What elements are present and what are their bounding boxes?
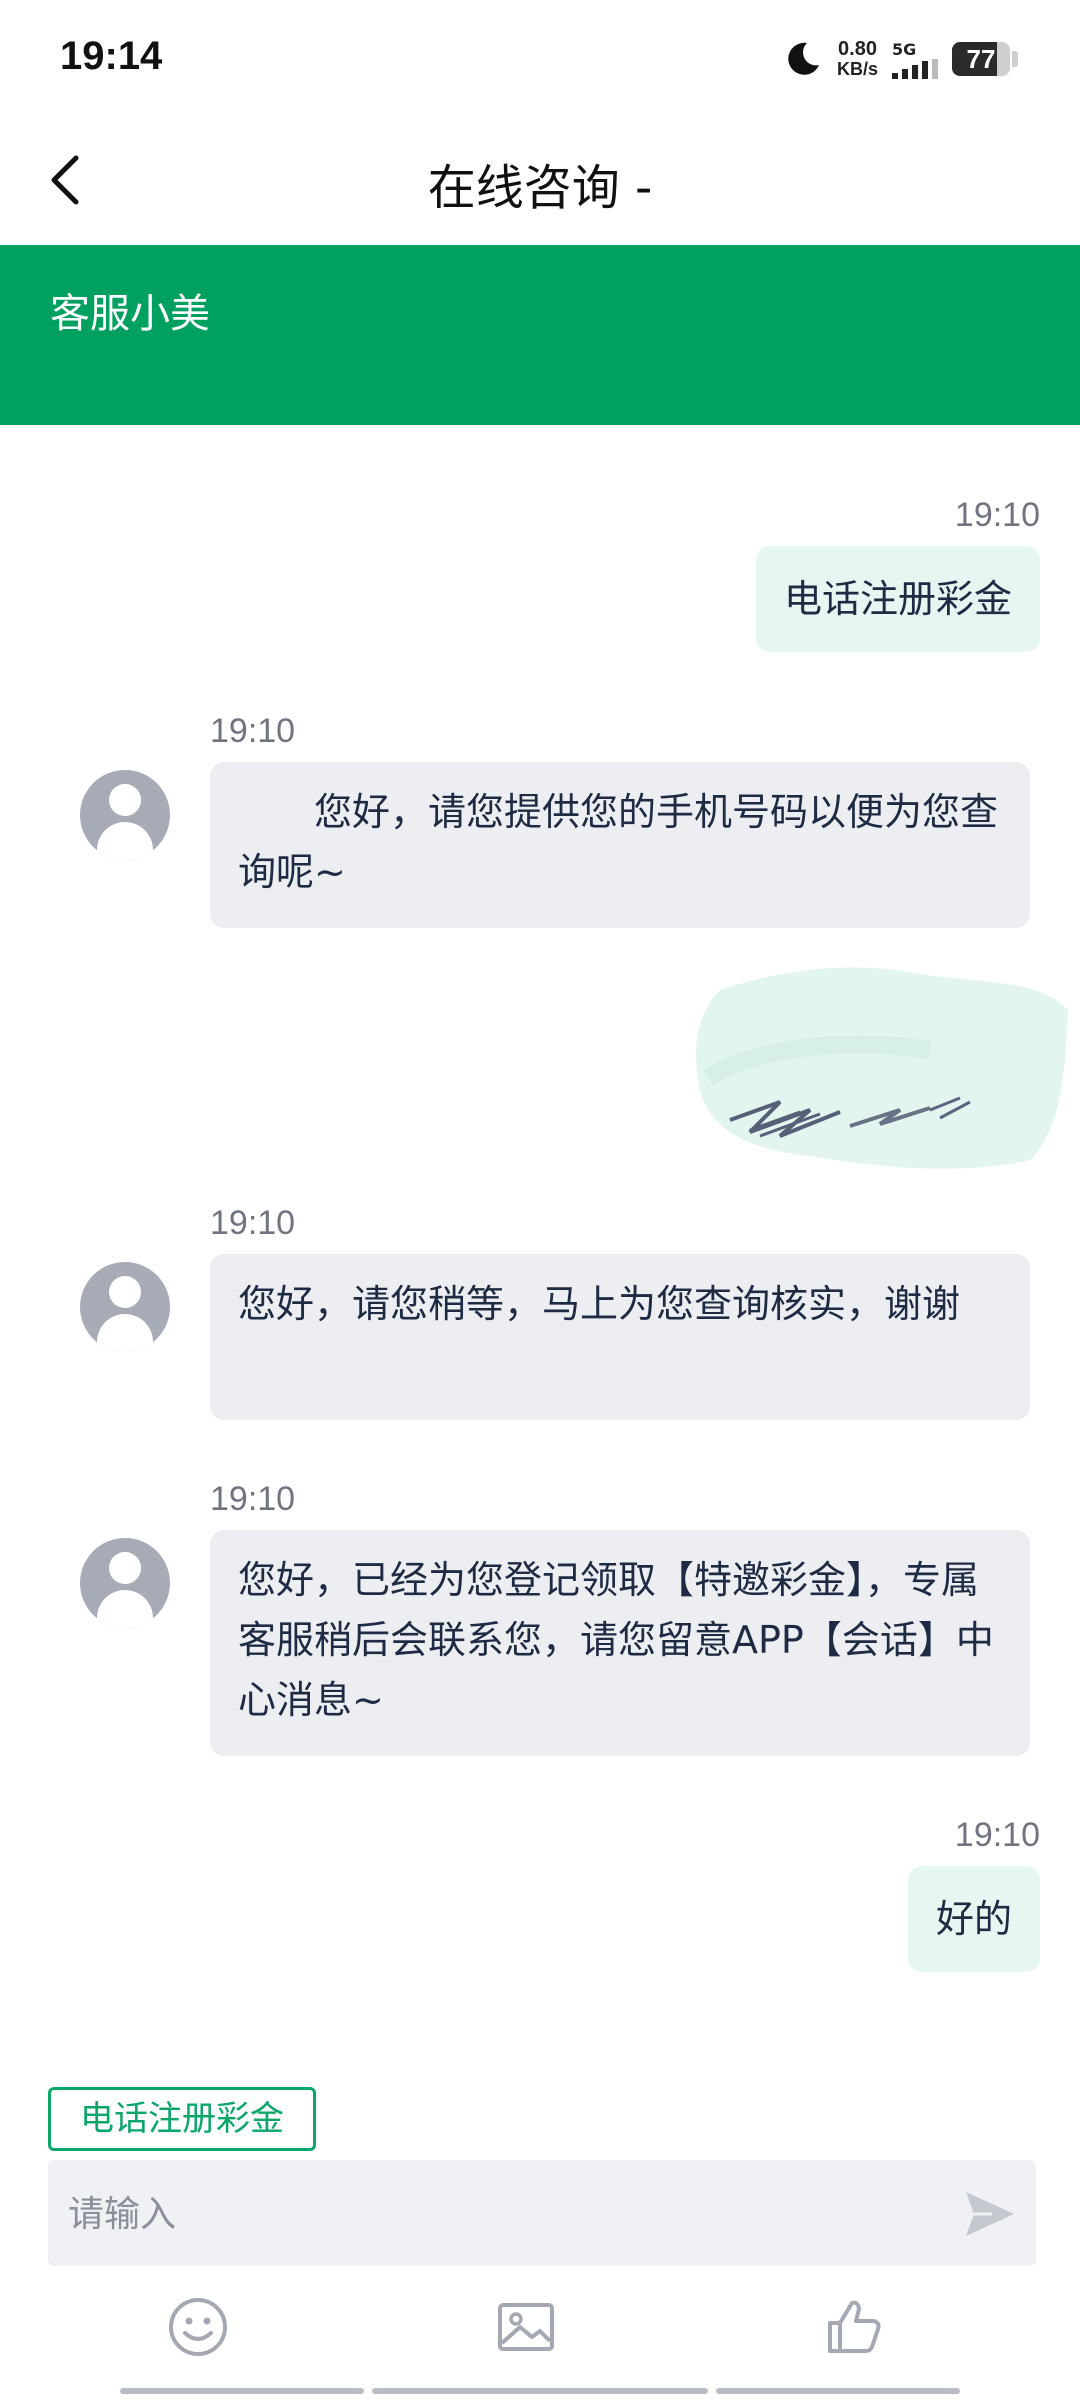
message-time: 19:10	[954, 496, 1040, 534]
network-speed: 0.80 KB/s	[837, 39, 878, 79]
avatar-head	[109, 1276, 141, 1308]
agent-message-bubble[interactable]: 您好，已经为您登记领取【特邀彩金】，专属客服稍后会联系您，请您留意APP【会话】…	[210, 1530, 1030, 1756]
network-type-label: 5G	[892, 39, 917, 59]
status-bar: 19:14 0.80 KB/s 5G 77	[0, 0, 1080, 120]
do-not-disturb-moon-icon	[788, 42, 819, 75]
battery-icon: 77	[952, 42, 1010, 76]
agent-avatar	[80, 1262, 170, 1352]
agent-banner: 客服小美	[0, 245, 1080, 425]
nav-bar-segment	[716, 2388, 960, 2394]
avatar-body	[97, 822, 153, 860]
cellular-signal: 5G	[892, 40, 938, 79]
message-time: 19:10	[210, 1204, 296, 1242]
thumbs-up-icon[interactable]	[822, 2295, 886, 2359]
image-icon[interactable]	[494, 2295, 558, 2359]
avatar-head	[109, 784, 141, 816]
message-time: 19:10	[210, 1480, 296, 1518]
agent-avatar	[80, 1538, 170, 1628]
agent-avatar	[80, 770, 170, 860]
message-time: 19:10	[954, 1816, 1040, 1854]
battery-cap	[1012, 51, 1018, 67]
signal-bars-icon	[892, 58, 938, 79]
agent-name: 客服小美	[50, 291, 210, 337]
emoji-icon[interactable]	[166, 2295, 230, 2359]
network-speed-value: 0.80	[838, 38, 877, 60]
nav-bar-segment	[120, 2388, 364, 2394]
battery-level: 77	[966, 44, 996, 74]
redacted-message-scribble	[696, 967, 1068, 1169]
nav-bar-segment	[372, 2388, 708, 2394]
status-icons: 0.80 KB/s 5G 77	[783, 34, 1018, 84]
quick-reply-button[interactable]: 电话注册彩金	[48, 2087, 316, 2151]
my-message-bubble[interactable]: 好的	[907, 1866, 1040, 1972]
send-icon[interactable]	[962, 2186, 1018, 2242]
status-time: 19:14	[60, 34, 163, 78]
network-speed-unit: KB/s	[836, 59, 878, 79]
message-input[interactable]	[66, 2160, 970, 2268]
page-title: 在线咨询 -	[427, 160, 653, 216]
avatar-body	[97, 1314, 153, 1352]
agent-message-bubble[interactable]: 您好，请您稍等，马上为您查询核实，谢谢	[210, 1254, 1030, 1420]
composer-toolbar	[0, 2285, 1080, 2365]
message-composer	[48, 2160, 1036, 2268]
avatar-body	[97, 1590, 153, 1628]
message-time: 19:10	[210, 712, 296, 750]
header: 在线咨询 -	[0, 120, 1080, 245]
my-message-bubble[interactable]: 电话注册彩金	[755, 546, 1040, 652]
avatar-head	[109, 1552, 141, 1584]
agent-message-bubble[interactable]: 您好，请您提供您的手机号码以便为您查询呢~	[210, 762, 1030, 928]
